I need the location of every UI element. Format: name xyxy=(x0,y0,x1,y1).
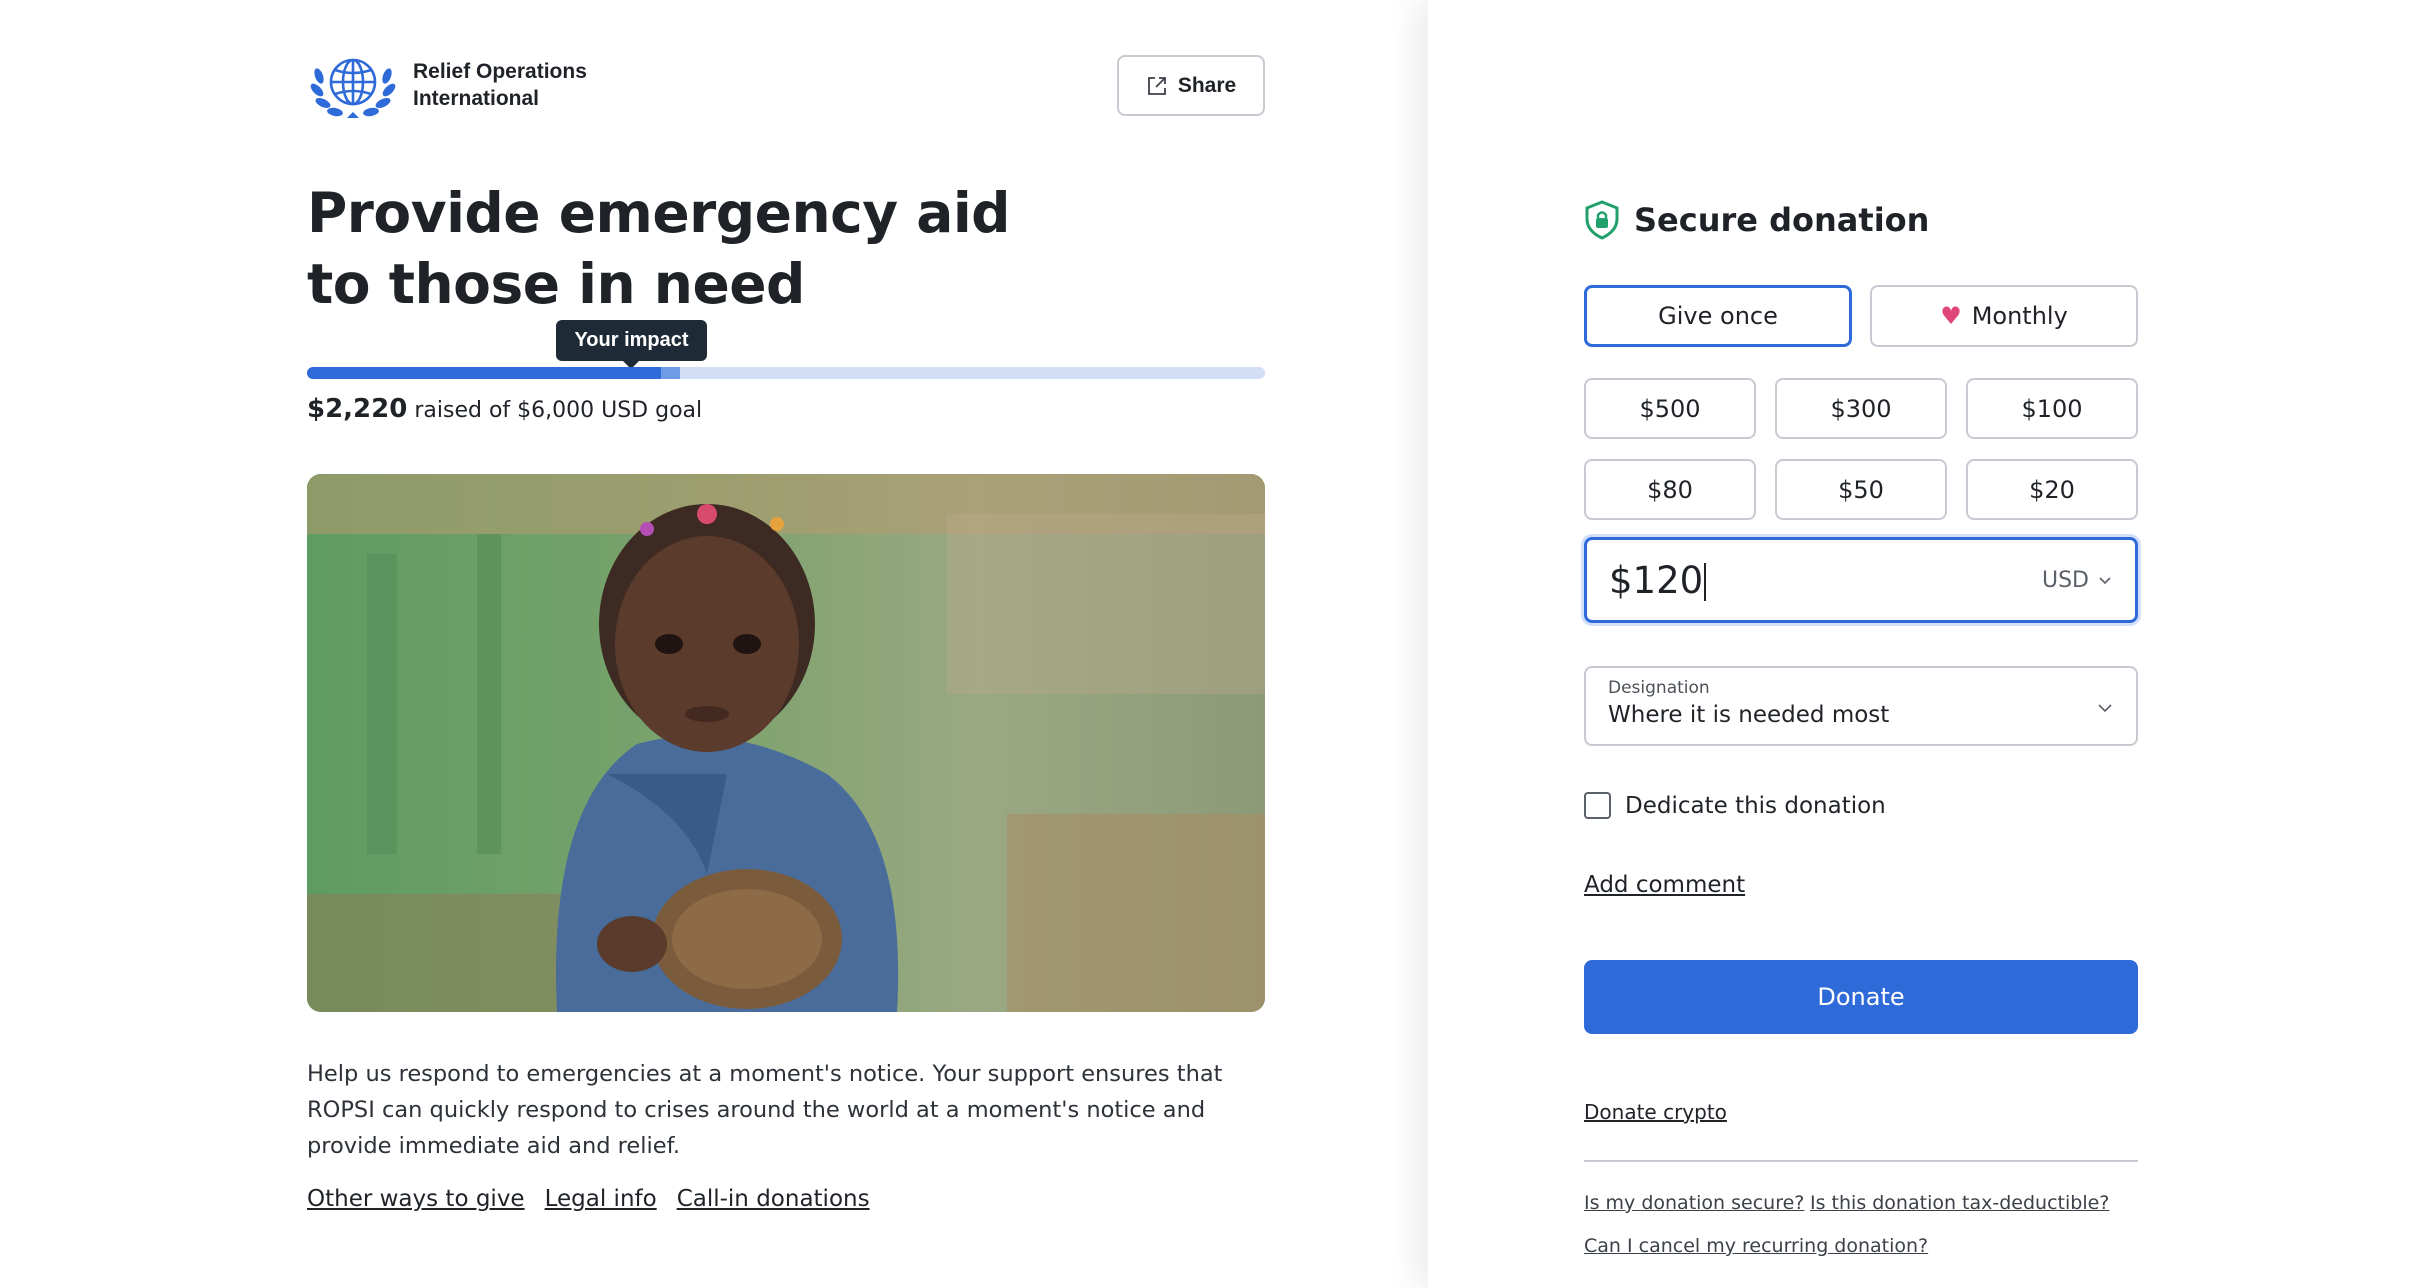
raised-text: raised of $6,000 USD goal xyxy=(414,398,703,423)
link-call-in[interactable]: Call-in donations xyxy=(677,1186,870,1212)
raised-amount: $2,220 xyxy=(307,394,408,424)
progress-impact-fill xyxy=(661,367,680,379)
donation-title: Secure donation xyxy=(1634,201,1930,239)
share-button[interactable]: Share xyxy=(1117,55,1265,116)
currency-value: USD xyxy=(2041,567,2089,593)
donate-crypto-link[interactable]: Donate crypto xyxy=(1584,1100,1727,1124)
currency-select[interactable]: USD xyxy=(2042,568,2113,593)
impact-tooltip: Your impact xyxy=(556,320,707,369)
org-name: Relief Operations International xyxy=(413,58,633,112)
amount-option-20[interactable]: $20 xyxy=(1966,459,2138,520)
faq-tax-link[interactable]: Is this donation tax-deductible? xyxy=(1810,1192,2109,1214)
custom-amount-input[interactable]: $120 USD xyxy=(1584,537,2138,623)
amount-option-100[interactable]: $100 xyxy=(1966,378,2138,439)
add-comment-link[interactable]: Add comment xyxy=(1584,872,1745,898)
org-name-line2: International xyxy=(413,87,540,110)
footer-links: Other ways to give Legal info Call-in do… xyxy=(307,1186,890,1212)
divider xyxy=(1584,1160,2138,1162)
faq-secure-link[interactable]: Is my donation secure? xyxy=(1584,1192,1804,1214)
org-logo[interactable]: Relief Operations International xyxy=(307,46,633,124)
dedicate-label: Dedicate this donation xyxy=(1625,792,1886,819)
share-icon xyxy=(1147,76,1166,95)
donation-panel xyxy=(1428,0,2432,1288)
designation-value: Where it is needed most xyxy=(1608,702,1890,728)
globe-wreath-icon xyxy=(310,58,396,118)
amount-option-80[interactable]: $80 xyxy=(1584,459,1756,520)
campaign-title: Provide emergency aid to those in need xyxy=(307,178,1027,320)
amount-option-50[interactable]: $50 xyxy=(1775,459,1947,520)
raised-summary: $2,220 raised of $6,000 USD goal xyxy=(307,394,702,424)
campaign-title-line2: to those in need xyxy=(307,252,805,316)
designation-select[interactable]: Designation Where it is needed most xyxy=(1584,666,2138,746)
child-photo xyxy=(307,474,1265,1012)
chevron-down-icon xyxy=(2099,577,2111,585)
campaign-description: Help us respond to emergencies at a mome… xyxy=(307,1061,1223,1159)
progress-bar xyxy=(307,367,1265,379)
give-once-button[interactable]: Give once xyxy=(1584,285,1852,347)
dedicate-option[interactable]: Dedicate this donation xyxy=(1584,792,1886,819)
chevron-down-icon xyxy=(2098,704,2112,713)
child-photo-illustration xyxy=(307,474,1265,1012)
designation-label: Designation xyxy=(1608,678,1710,698)
share-label: Share xyxy=(1177,73,1237,97)
text-caret xyxy=(1704,563,1707,601)
campaign-panel: Relief Operations International Share Pr… xyxy=(0,0,1428,1288)
donate-button[interactable]: Donate xyxy=(1584,960,2138,1034)
amount-option-500[interactable]: $500 xyxy=(1584,378,1756,439)
heart-icon: ♥ xyxy=(1940,302,1962,330)
monthly-label: Monthly xyxy=(1971,302,2068,330)
shield-lock-icon xyxy=(1585,200,1619,240)
monthly-button[interactable]: ♥ Monthly xyxy=(1870,285,2138,347)
campaign-title-line1: Provide emergency aid xyxy=(307,181,1011,245)
link-legal-info[interactable]: Legal info xyxy=(545,1186,657,1212)
custom-amount-value: $120 xyxy=(1609,558,1704,602)
donation-header: Secure donation xyxy=(1584,200,1929,240)
amount-option-300[interactable]: $300 xyxy=(1775,378,1947,439)
link-other-ways[interactable]: Other ways to give xyxy=(307,1186,525,1212)
faq-cancel-link[interactable]: Can I cancel my recurring donation? xyxy=(1584,1235,1928,1257)
progress-raised-fill xyxy=(307,367,661,379)
org-name-line1: Relief Operations xyxy=(413,60,587,83)
dedicate-checkbox[interactable] xyxy=(1584,792,1611,819)
